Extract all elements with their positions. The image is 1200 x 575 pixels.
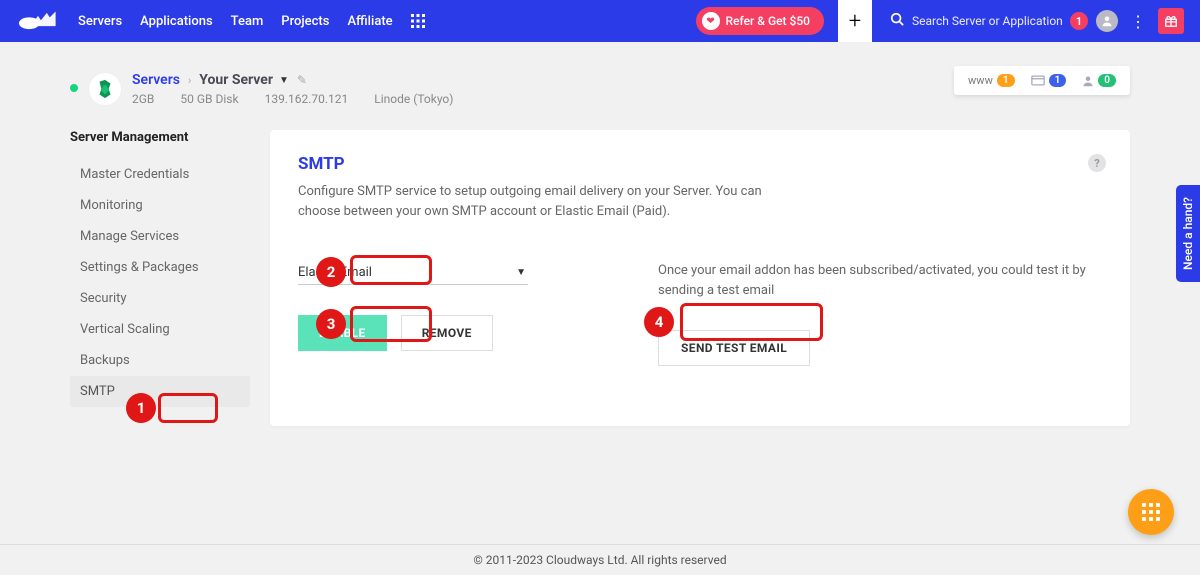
caret-down-icon[interactable]: ▼ [279,75,289,86]
nav-links: Servers Applications Team Projects Affil… [78,14,393,29]
sidebar-heading: Server Management [70,130,250,145]
sidebar-item-master-credentials[interactable]: Master Credentials [70,159,250,190]
callout-1: 1 [126,393,156,423]
server-disk: 50 GB Disk [180,92,238,106]
sidebar-item-monitoring[interactable]: Monitoring [70,190,250,221]
stat-www[interactable]: www 1 [968,74,1015,87]
page-title: SMTP [298,154,1102,174]
search-icon [890,12,904,30]
server-meta: 2GB 50 GB Disk 139.162.70.121 Linode (To… [132,92,453,106]
server-ip: 139.162.70.121 [265,92,349,106]
search-area: 1 ⋮ [880,0,1184,42]
stat-www-count: 1 [997,74,1015,87]
server-region: Linode (Tokyo) [374,92,453,106]
notification-badge[interactable]: 1 [1070,12,1088,30]
search-input[interactable] [912,14,1062,28]
server-provider-icon [88,72,122,106]
highlight-2 [350,255,432,285]
nav-applications[interactable]: Applications [140,14,213,29]
callout-3: 3 [316,309,346,339]
help-icon[interactable]: ? [1088,154,1106,172]
status-card: www 1 1 0 [954,66,1130,95]
logo[interactable] [16,10,60,32]
stat-card[interactable]: 1 [1031,74,1067,87]
callout-4: 4 [644,307,674,337]
stat-users[interactable]: 0 [1082,74,1116,87]
refer-label: Refer & Get $50 [726,14,810,28]
page-description: Configure SMTP service to setup outgoing… [298,182,768,221]
add-button[interactable]: + [838,0,872,42]
highlight-3 [350,306,432,342]
server-name[interactable]: Your Server [199,72,273,88]
sidebar: Server Management Master Credentials Mon… [70,130,250,426]
chevron-right-icon: › [188,74,191,87]
footer-text: © 2011-2023 Cloudways Ltd. All rights re… [473,553,726,567]
sidebar-item-backups[interactable]: Backups [70,345,250,376]
sidebar-item-vertical-scaling[interactable]: Vertical Scaling [70,314,250,345]
nav-team[interactable]: Team [231,14,264,29]
need-a-hand-tab[interactable]: Need a hand? [1176,185,1200,282]
breadcrumb: Servers › Your Server ▼ ✎ [132,72,453,88]
nav-affiliate[interactable]: Affiliate [347,14,392,29]
sidebar-item-settings-packages[interactable]: Settings & Packages [70,252,250,283]
status-indicator-icon [70,84,78,92]
highlight-1 [158,393,218,423]
gift-icon[interactable] [1158,8,1184,34]
apps-grid-icon[interactable] [411,14,425,28]
fab-grid-button[interactable] [1128,489,1174,535]
user-icon [1082,75,1094,87]
edit-icon[interactable]: ✎ [297,73,307,87]
heart-icon: ❤ [702,12,720,30]
sidebar-item-manage-services[interactable]: Manage Services [70,221,250,252]
top-nav: Servers Applications Team Projects Affil… [0,0,1200,42]
stat-users-count: 0 [1098,74,1116,87]
stat-www-label: www [968,74,993,87]
callout-2: 2 [316,257,346,287]
caret-down-icon: ▼ [516,267,526,278]
stat-card-count: 1 [1049,74,1067,87]
test-email-note: Once your email addon has been subscribe… [658,261,1102,300]
sidebar-item-security[interactable]: Security [70,283,250,314]
server-ram: 2GB [132,92,154,106]
refer-button[interactable]: ❤ Refer & Get $50 [696,7,824,35]
highlight-4 [680,303,823,341]
card-icon [1031,75,1045,86]
more-menu-icon[interactable]: ⋮ [1126,12,1150,31]
user-avatar-icon[interactable] [1096,10,1118,32]
nav-servers[interactable]: Servers [78,14,122,29]
nav-projects[interactable]: Projects [281,14,329,29]
page: Servers › Your Server ▼ ✎ 2GB 50 GB Disk… [0,42,1200,446]
footer: © 2011-2023 Cloudways Ltd. All rights re… [0,544,1200,567]
breadcrumb-servers[interactable]: Servers [132,72,180,88]
main-layout: Server Management Master Credentials Mon… [70,130,1130,426]
